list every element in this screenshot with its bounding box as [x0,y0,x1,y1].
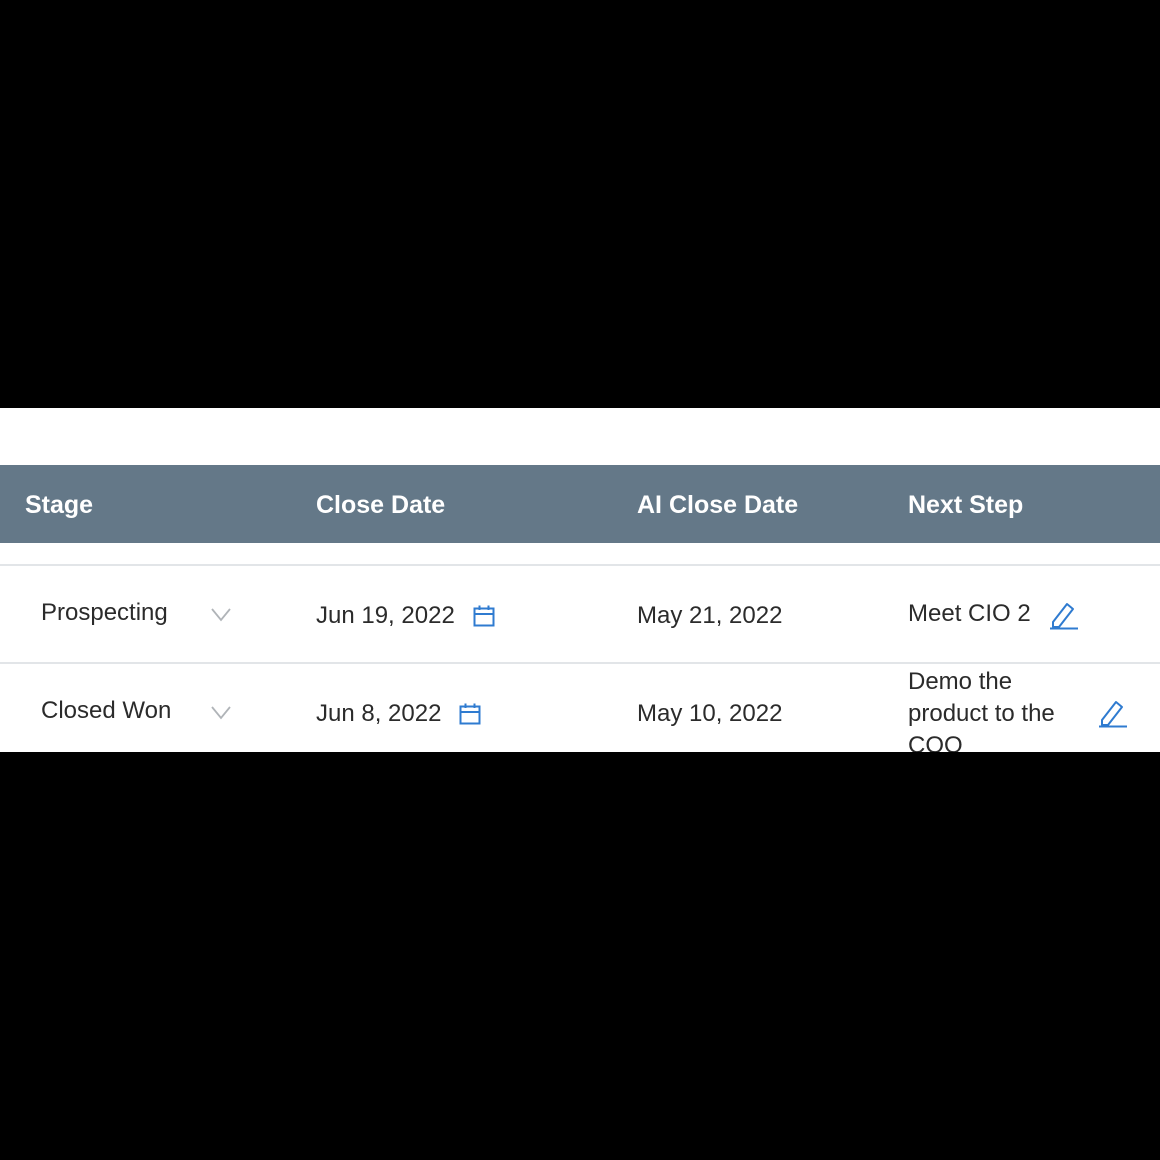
table-row: Prospecting Jun 19, 2022 May 21, 2022 Me… [0,564,1160,663]
table-row: Closed Won Jun 8, 2022 May 10, 2022 Demo… [0,662,1160,752]
column-header-next-step[interactable]: Next Step [908,465,1023,543]
column-header-stage[interactable]: Stage [25,465,93,543]
ai-close-date-value: May 21, 2022 [637,602,783,629]
calendar-icon[interactable] [459,703,481,725]
opportunity-table: Stage Close Date AI Close Date Next Step… [0,408,1160,752]
pencil-icon[interactable] [1049,600,1079,630]
ai-close-date-value: May 10, 2022 [637,700,783,727]
column-header-close-date[interactable]: Close Date [316,465,445,543]
next-step-value[interactable]: Meet CIO 2 [908,598,1048,630]
table-header: Stage Close Date AI Close Date Next Step [0,465,1160,543]
next-step-line: Demo the [908,668,1013,695]
close-date-value[interactable]: Jun 19, 2022 [316,602,455,630]
next-step-value[interactable]: Demo the product to the COO [908,666,1083,752]
next-step-line: Meet CIO 2 [908,600,1031,627]
next-step-line: product to the [908,700,1055,727]
pencil-icon[interactable] [1098,698,1128,728]
stage-value[interactable]: Closed Won [41,697,171,725]
stage-value[interactable]: Prospecting [41,599,168,627]
close-date-value[interactable]: Jun 8, 2022 [316,700,441,728]
next-step-line: COO [908,732,963,752]
column-header-ai-close-date[interactable]: AI Close Date [637,465,798,543]
chevron-down-icon[interactable] [211,706,231,720]
chevron-down-icon[interactable] [211,608,231,622]
calendar-icon[interactable] [473,605,495,627]
